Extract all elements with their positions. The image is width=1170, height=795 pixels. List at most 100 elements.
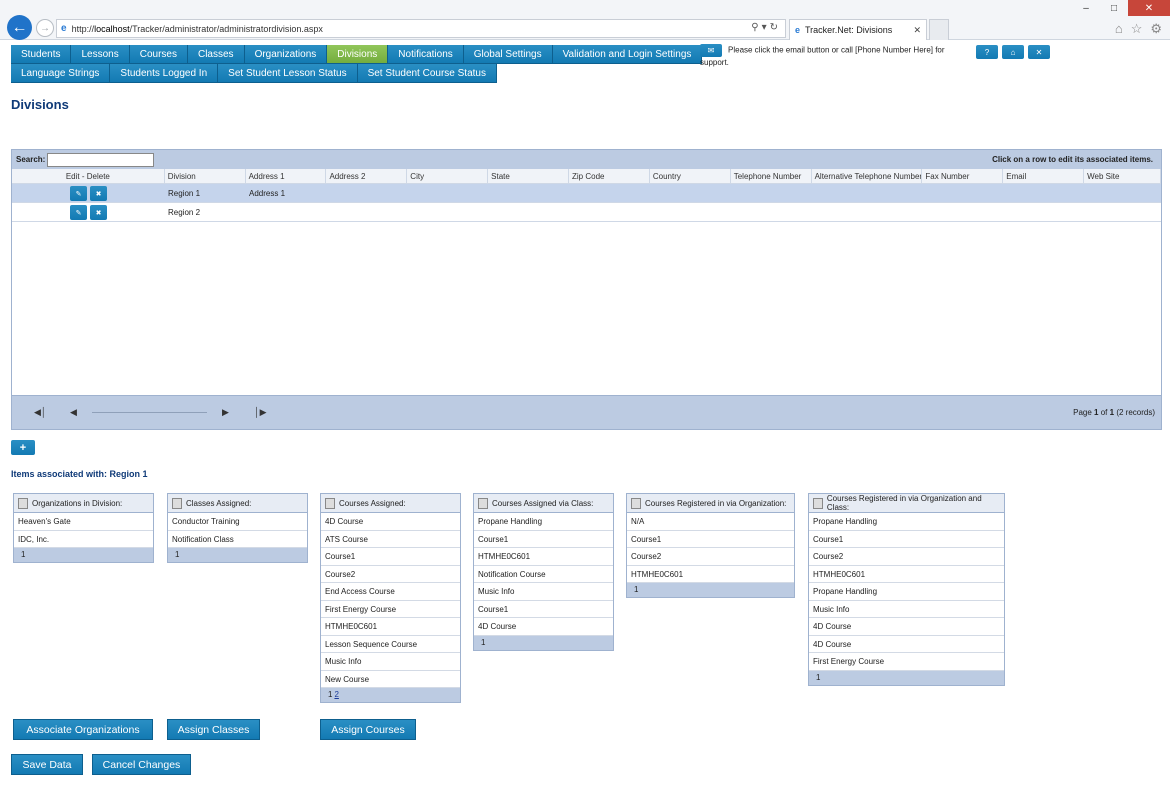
menu-item-notifications[interactable]: Notifications (388, 45, 464, 64)
list-item[interactable]: Lesson Sequence Course (321, 636, 460, 653)
list-item[interactable]: Propane Handling (809, 513, 1004, 531)
list-item[interactable]: 4D Course (321, 513, 460, 531)
list-item[interactable]: Heaven's Gate (14, 513, 153, 531)
menu-item-divisions[interactable]: Divisions (327, 45, 389, 64)
list-item[interactable]: Course1 (627, 531, 794, 548)
list-item[interactable]: Music Info (474, 583, 613, 601)
list-icon (18, 497, 28, 509)
logout-button[interactable]: ✕ (1028, 45, 1050, 59)
list-item[interactable]: First Energy Course (809, 653, 1004, 671)
menu-item-set-student-lesson-status[interactable]: Set Student Lesson Status (218, 64, 358, 83)
search-refresh-icon[interactable]: ⚲▾↻ (751, 22, 781, 33)
address-url: http://localhost/Tracker/administrator/a… (71, 23, 323, 34)
list-item[interactable]: Conductor Training (168, 513, 307, 531)
forward-arrow-icon[interactable]: → (36, 19, 54, 37)
delete-icon[interactable]: ✖ (90, 186, 107, 201)
menu-row-1: Students Lessons Courses Classes Organizatio… (11, 45, 703, 64)
home-icon[interactable]: ⌂ (1115, 21, 1123, 37)
list-item[interactable]: Course2 (321, 566, 460, 583)
list-item[interactable]: Course1 (809, 531, 1004, 548)
list-item[interactable]: Notification Class (168, 531, 307, 548)
browser-tab[interactable]: e Tracker.Net: Divisions ✕ (789, 19, 927, 40)
list-item[interactable]: Course2 (809, 548, 1004, 566)
column-header: Email (1003, 169, 1085, 183)
edit-icon[interactable]: ✎ (70, 205, 87, 220)
menu-item-set-student-course-status[interactable]: Set Student Course Status (357, 64, 497, 83)
menu-item-students[interactable]: Students (11, 45, 72, 64)
page-2-link[interactable]: 2 (334, 690, 338, 699)
list-item[interactable]: HTMHE0C601 (809, 566, 1004, 583)
menu-item-students-logged-in[interactable]: Students Logged In (110, 64, 219, 83)
list-item[interactable]: Course1 (321, 548, 460, 566)
list-item[interactable]: HTMHE0C601 (627, 566, 794, 583)
list-item[interactable]: New Course (321, 671, 460, 688)
list-item[interactable]: ATS Course (321, 531, 460, 548)
classes-box: Classes Assigned: Conductor Training Notif… (167, 493, 308, 563)
address1-cell (246, 203, 327, 221)
menu-item-courses[interactable]: Courses (129, 45, 188, 64)
edit-icon[interactable]: ✎ (70, 186, 87, 201)
division-cell: Region 1 (168, 189, 201, 198)
list-item[interactable]: IDC, Inc. (14, 531, 153, 548)
list-item[interactable]: Propane Handling (809, 583, 1004, 601)
minimize-icon[interactable]: – (1072, 0, 1100, 16)
add-division-button[interactable]: + (11, 440, 35, 455)
list-item[interactable]: Music Info (809, 601, 1004, 618)
maximize-icon[interactable]: □ (1100, 0, 1128, 16)
list-item[interactable]: Course1 (474, 601, 613, 618)
search-input[interactable] (47, 152, 155, 167)
list-item[interactable]: 4D Course (474, 618, 613, 636)
browser-tools: ⌂ ☆ ⚙ (1115, 21, 1162, 37)
list-item[interactable]: End Access Course (321, 583, 460, 601)
last-page-icon[interactable]: │▶ (254, 407, 267, 418)
menu-item-classes[interactable]: Classes (187, 45, 245, 64)
table-row[interactable]: ✎ ✖ Region 1 Address 1 (12, 184, 1161, 203)
help-button[interactable]: ? (976, 45, 998, 59)
page-1-link[interactable]: 1 (328, 690, 332, 699)
menu-item-organizations[interactable]: Organizations (244, 45, 328, 64)
list-item[interactable]: First Energy Course (321, 601, 460, 618)
page-title: Divisions (11, 97, 69, 112)
list-item[interactable]: Music Info (321, 653, 460, 671)
column-header: Division (165, 169, 246, 183)
table-row[interactable]: ✎ ✖ Region 2 (12, 203, 1161, 222)
next-page-icon[interactable]: ▶ (222, 407, 229, 418)
list-item[interactable]: HTMHE0C601 (321, 618, 460, 636)
list-item[interactable]: Course1 (474, 531, 613, 548)
column-header: City (407, 169, 489, 183)
list-item[interactable]: N/A (627, 513, 794, 531)
assign-courses-button[interactable]: Assign Courses (320, 719, 416, 740)
box-title: Organizations in Division: (32, 498, 123, 508)
email-button[interactable]: ✉ (700, 44, 722, 57)
list-item[interactable]: HTMHE0C601 (474, 548, 613, 566)
window-controls: – □ ✕ (1072, 0, 1170, 16)
first-page-icon[interactable]: ◀│ (34, 407, 47, 418)
home-button[interactable]: ⌂ (1002, 45, 1024, 59)
save-data-button[interactable]: Save Data (11, 754, 83, 775)
favorites-star-icon[interactable]: ☆ (1131, 21, 1143, 37)
back-arrow-icon[interactable]: ← (7, 15, 32, 40)
menu-item-global-settings[interactable]: Global Settings (463, 45, 553, 64)
divisions-grid: Search: Click on a row to edit its assoc… (11, 149, 1162, 430)
page-number: 1 (481, 637, 486, 647)
settings-gear-icon[interactable]: ⚙ (1150, 21, 1162, 37)
delete-icon[interactable]: ✖ (90, 205, 107, 220)
prev-page-icon[interactable]: ◀ (70, 407, 77, 418)
pager-slider[interactable] (92, 412, 207, 413)
list-item[interactable]: Notification Course (474, 566, 613, 583)
tab-close-icon[interactable]: ✕ (913, 25, 921, 36)
list-item[interactable]: Course2 (627, 548, 794, 566)
associate-organizations-button[interactable]: Associate Organizations (13, 719, 153, 740)
address-bar[interactable]: e http://localhost/Tracker/administrator… (56, 19, 786, 38)
assign-classes-button[interactable]: Assign Classes (167, 719, 260, 740)
close-window-icon[interactable]: ✕ (1128, 0, 1170, 16)
grid-column-headers: Edit - Delete Division Address 1 Address 2C… (12, 169, 1161, 184)
list-item[interactable]: 4D Course (809, 636, 1004, 653)
new-tab-button[interactable] (929, 19, 949, 40)
menu-item-language-strings[interactable]: Language Strings (11, 64, 111, 83)
menu-item-lessons[interactable]: Lessons (71, 45, 130, 64)
menu-item-validation-and-login-settings[interactable]: Validation and Login Settings (552, 45, 703, 64)
cancel-changes-button[interactable]: Cancel Changes (92, 754, 191, 775)
list-item[interactable]: Propane Handling (474, 513, 613, 531)
list-item[interactable]: 4D Course (809, 618, 1004, 636)
